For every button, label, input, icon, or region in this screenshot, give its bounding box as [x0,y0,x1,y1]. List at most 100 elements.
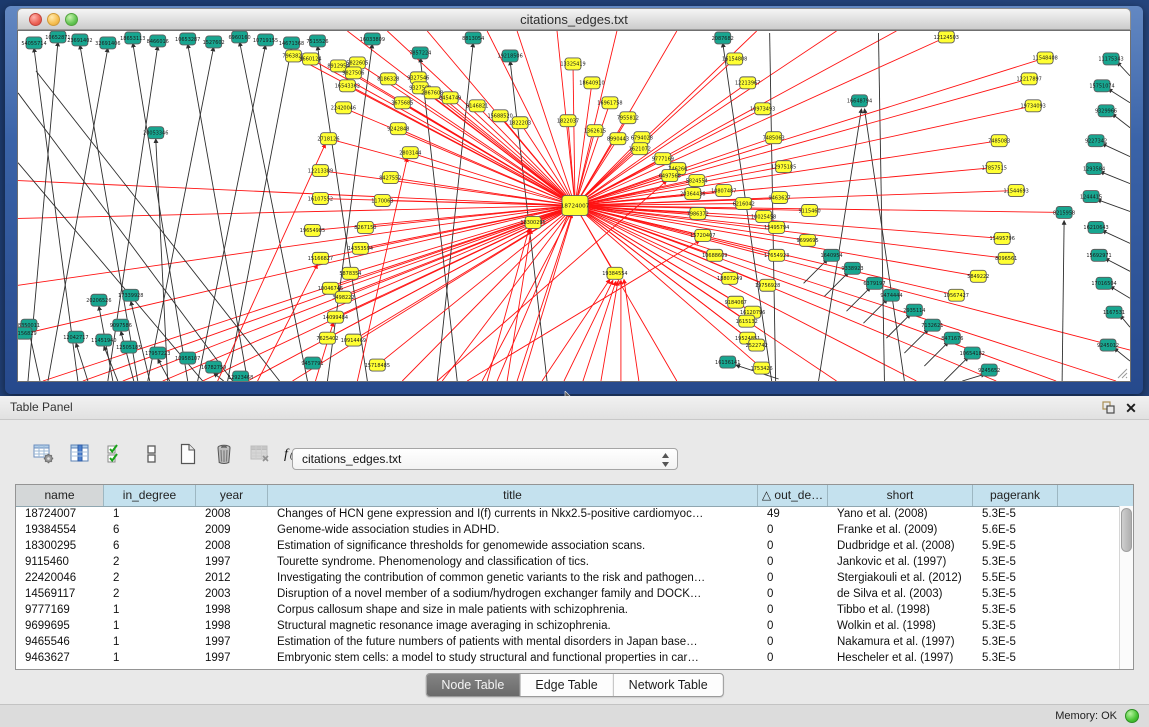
graph-edge[interactable] [1105,258,1130,271]
cell[interactable]: 2 [104,554,196,570]
cell[interactable]: 6 [104,522,196,538]
cell[interactable]: Disruption of a novel member of a sodium… [268,586,758,602]
graph-node[interactable]: 5878354 [339,267,361,279]
graph-node[interactable]: 12042717 [63,331,88,343]
graph-edge[interactable] [410,153,575,206]
cell[interactable]: 1998 [196,618,268,634]
graph-edge[interactable] [317,46,367,381]
cell[interactable]: 2008 [196,538,268,554]
graph-edge[interactable] [564,280,613,381]
cell[interactable]: Hescheler et al. (1997) [828,650,973,666]
graph-node[interactable]: 7955812 [617,112,639,124]
cell[interactable]: Tourette syndrome. Phenomenology and cla… [268,554,758,570]
cell[interactable]: 2008 [196,506,268,522]
cell[interactable]: 0 [758,586,828,602]
graph-node[interactable]: 3498222 [332,291,354,303]
graph-edge[interactable] [575,206,747,322]
table-row[interactable]: 977716911998Corpus callosum shape and si… [16,602,1119,618]
graph-node[interactable]: 8427552 [379,172,401,184]
graph-node[interactable]: 19654985 [300,224,325,236]
graph-node[interactable]: 3675685 [391,97,413,109]
graph-node[interactable]: 10958107 [175,352,200,364]
graph-node[interactable]: 1167531 [1103,306,1125,318]
graph-node[interactable]: 15718485 [365,359,390,371]
graph-node[interactable]: 9184067 [725,296,747,308]
graph-node[interactable]: 1244415 [1080,191,1102,203]
graph-node[interactable]: 8660124 [299,53,321,65]
memory-status-indicator[interactable] [1125,709,1139,723]
column-header-pagerank[interactable]: pagerank [973,485,1058,506]
graph-edge[interactable] [1102,230,1130,243]
network-view-window[interactable]: citations_edges.txt 18724007183002957963… [5,6,1143,394]
delete-button[interactable] [210,442,237,468]
cell[interactable]: Wolkin et al. (1998) [828,618,973,634]
tab-edge-table[interactable]: Edge Table [519,674,612,696]
cell[interactable]: Yano et al. (2008) [828,506,973,522]
cell[interactable]: 5.3E-5 [973,586,1058,602]
cell[interactable]: 49 [758,506,828,522]
graph-node[interactable]: 9329966 [1095,105,1117,117]
cell[interactable]: 5.3E-5 [973,602,1058,618]
graph-node[interactable]: 7515526 [306,35,328,47]
graph-node[interactable]: 9699695 [797,234,819,246]
graph-node[interactable]: 6960160 [229,31,251,43]
cell[interactable]: 2009 [196,522,268,538]
graph-edge[interactable] [1102,144,1130,157]
cell[interactable]: 2 [104,570,196,586]
graph-edge[interactable] [240,42,308,381]
graph-node[interactable]: 10719155 [253,34,278,46]
column-header-name[interactable]: name [16,485,104,506]
graph-edge[interactable] [497,212,569,381]
graph-node[interactable]: 11548408 [1032,52,1057,64]
cell[interactable]: Embryonic stem cells: a model to study s… [268,650,758,666]
cell[interactable]: 14569117 [16,586,104,602]
cell[interactable]: 18724007 [16,506,104,522]
graph-node[interactable]: 23691402 [67,34,92,46]
graph-node[interactable]: 18653113 [120,32,145,44]
clear-selection-button[interactable] [138,442,165,468]
graph-node[interactable]: 1822203 [509,117,531,129]
graph-edge[interactable] [1110,286,1130,298]
graph-node[interactable]: 8813054 [462,32,484,44]
cell[interactable]: 5.3E-5 [973,506,1058,522]
graph-node[interactable]: 12217897 [1017,73,1042,85]
cell[interactable]: 1 [104,618,196,634]
table-row[interactable]: 1938455462009Genome-wide association stu… [16,522,1119,538]
graph-node[interactable]: 6216042 [733,198,755,210]
graph-node[interactable]: 9245012 [1097,339,1119,351]
graph-node[interactable]: 9338923 [841,262,863,274]
graph-node[interactable]: 1753426 [751,362,773,374]
graph-node[interactable]: 5849222 [967,270,989,282]
cell[interactable]: 9465546 [16,634,104,650]
graph-edge[interactable] [76,343,88,381]
graph-edge[interactable] [500,116,575,206]
cell[interactable]: 0 [758,618,828,634]
graph-edge[interactable] [228,48,292,381]
cell[interactable]: 22420046 [16,570,104,586]
graph-node[interactable]: 10654182 [960,347,985,359]
graph-edge[interactable] [878,33,884,381]
graph-edge[interactable] [104,346,118,381]
table-row[interactable]: 969969511998Structural magnetic resonanc… [16,618,1119,634]
graph-node[interactable]: 8990443 [607,133,629,145]
graph-node[interactable]: 12505185 [116,341,141,353]
graph-edge[interactable] [1114,348,1130,361]
cell[interactable]: 0 [758,570,828,586]
graph-node[interactable]: 12923468 [228,371,253,381]
graph-edge[interactable] [315,322,333,381]
cell[interactable]: 9777169 [16,602,104,618]
cell[interactable]: 5.3E-5 [973,554,1058,570]
graph-node[interactable]: 2087682 [712,32,734,44]
graph-node[interactable]: 1615132 [736,315,758,327]
graph-node[interactable]: 19384554 [602,267,627,279]
cell[interactable]: 1997 [196,554,268,570]
graph-node[interactable]: 9227342 [1085,135,1107,147]
graph-node[interactable]: 20206526 [86,294,111,306]
graph-edge[interactable] [328,139,575,206]
graph-edge[interactable] [1100,172,1130,184]
cell[interactable]: 1 [104,506,196,522]
table-settings-button[interactable] [30,442,57,468]
scrollbar-thumb[interactable] [1121,508,1132,552]
graph-node[interactable]: 9146821 [466,100,488,112]
graph-edge[interactable] [575,106,1033,206]
